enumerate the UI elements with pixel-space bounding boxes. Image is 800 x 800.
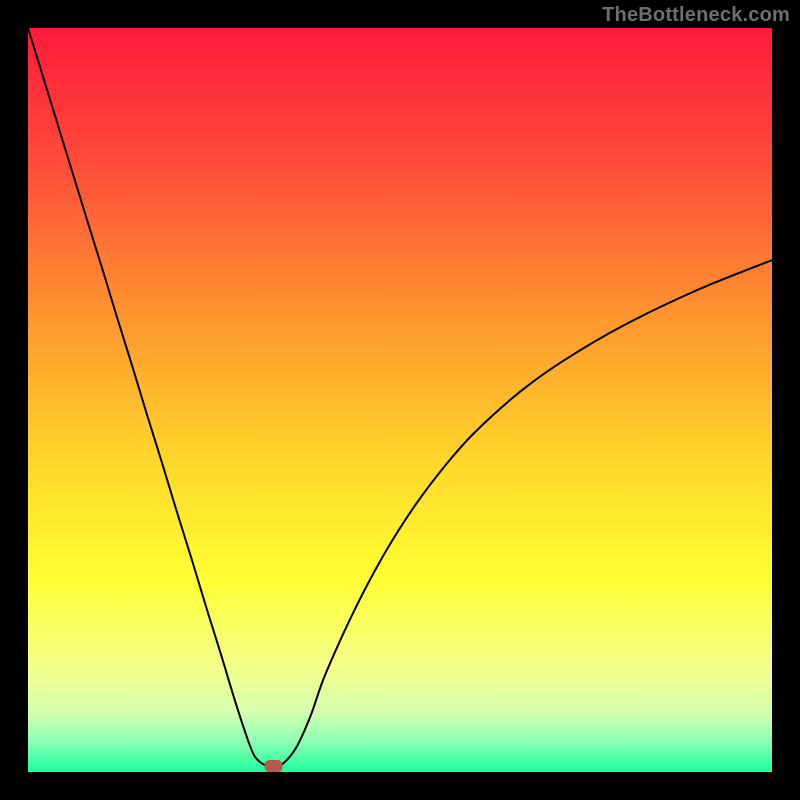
optimal-point-marker xyxy=(265,760,283,772)
chart-frame xyxy=(28,28,772,772)
bottleneck-chart xyxy=(28,28,772,772)
watermark-text: TheBottleneck.com xyxy=(602,4,790,27)
gradient-background xyxy=(28,28,772,772)
